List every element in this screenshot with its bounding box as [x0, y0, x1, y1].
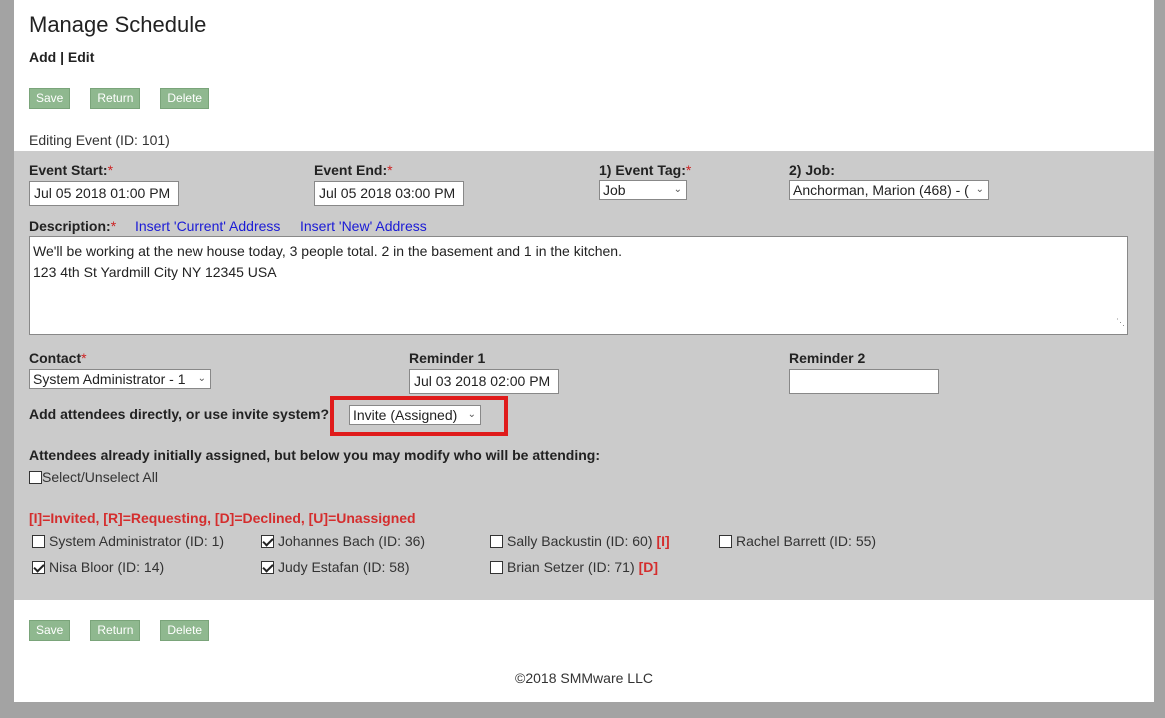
checkbox-icon[interactable] — [29, 470, 42, 484]
event-tag-label: 1) Event Tag:* — [599, 162, 692, 178]
attendee-mode-label: Add attendees directly, or use invite sy… — [29, 406, 330, 422]
event-end-input[interactable]: Jul 05 2018 03:00 PM — [314, 181, 464, 206]
delete-button[interactable]: Delete — [160, 620, 210, 641]
chevron-down-icon: ⌄ — [975, 184, 984, 195]
checkbox-icon[interactable] — [32, 534, 45, 548]
event-tag-select[interactable]: Job ⌄ — [599, 180, 687, 200]
checkbox-icon[interactable] — [261, 560, 274, 574]
description-line-2: 123 4th St Yardmill City NY 12345 USA — [33, 264, 277, 280]
status-legend: [I]=Invited, [R]=Requesting, [D]=Decline… — [29, 510, 416, 526]
status-badge: [I] — [656, 533, 670, 549]
contact-label: Contact* — [29, 350, 87, 366]
contact-select[interactable]: System Administrator - 1 ⌄ — [29, 369, 211, 389]
event-form-panel: Event Start:* Jul 05 2018 01:00 PM Event… — [14, 151, 1154, 600]
event-start-input[interactable]: Jul 05 2018 01:00 PM — [29, 181, 179, 206]
status-badge: [D] — [638, 559, 659, 575]
description-label: Description:* — [29, 218, 117, 234]
select-all-checkbox[interactable]: Select/Unselect All — [29, 469, 158, 485]
save-button[interactable]: Save — [29, 88, 71, 109]
chevron-down-icon: ⌄ — [467, 409, 476, 420]
event-start-label: Event Start:* — [29, 162, 114, 178]
resize-grip-icon[interactable]: ⋱ — [1116, 312, 1125, 333]
attendee-item[interactable]: Nisa Bloor (ID: 14) — [32, 559, 164, 575]
reminder-1-input[interactable]: Jul 03 2018 02:00 PM — [409, 369, 559, 394]
attendee-item[interactable]: Brian Setzer (ID: 71) [D] — [490, 559, 658, 575]
attendee-item[interactable]: Sally Backustin (ID: 60) [I] — [490, 533, 670, 549]
chevron-down-icon: ⌄ — [197, 373, 206, 384]
reminder-2-label: Reminder 2 — [789, 350, 866, 366]
reminder-1-label: Reminder 1 — [409, 350, 486, 366]
checkbox-icon[interactable] — [490, 560, 503, 574]
insert-new-address-link[interactable]: Insert 'New' Address — [300, 218, 427, 234]
editing-event-label: Editing Event (ID: 101) — [29, 132, 170, 148]
return-button[interactable]: Return — [90, 88, 141, 109]
page-title: Manage Schedule — [29, 12, 207, 37]
description-line-1: We'll be working at the new house today,… — [33, 243, 622, 259]
delete-button[interactable]: Delete — [160, 88, 210, 109]
attendee-item[interactable]: Rachel Barrett (ID: 55) — [719, 533, 876, 549]
reminder-2-input[interactable] — [789, 369, 939, 394]
checkbox-icon[interactable] — [261, 534, 274, 548]
save-button[interactable]: Save — [29, 620, 71, 641]
bottom-button-row: Save Return Delete — [29, 620, 210, 641]
job-select[interactable]: Anchorman, Marion (468) - (⌄ — [789, 180, 989, 200]
attendee-item[interactable]: System Administrator (ID: 1) — [32, 533, 224, 549]
checkbox-icon[interactable] — [719, 534, 732, 548]
checkbox-icon[interactable] — [32, 560, 45, 574]
page: Manage Schedule Add | Edit Save Return D… — [14, 0, 1154, 702]
event-end-label: Event End:* — [314, 162, 393, 178]
add-edit-nav[interactable]: Add | Edit — [29, 49, 94, 65]
insert-current-address-link[interactable]: Insert 'Current' Address — [135, 218, 280, 234]
top-button-row: Save Return Delete — [29, 88, 210, 109]
attendees-heading: Attendees already initially assigned, bu… — [29, 447, 600, 463]
chevron-down-icon: ⌄ — [673, 184, 682, 195]
description-textarea[interactable]: We'll be working at the new house today,… — [29, 236, 1128, 335]
footer-copyright: ©2018 SMMware LLC — [515, 670, 653, 686]
attendee-item[interactable]: Johannes Bach (ID: 36) — [261, 533, 425, 549]
checkbox-icon[interactable] — [490, 534, 503, 548]
attendee-item[interactable]: Judy Estafan (ID: 58) — [261, 559, 410, 575]
return-button[interactable]: Return — [90, 620, 141, 641]
job-label: 2) Job: — [789, 162, 835, 178]
attendee-mode-select[interactable]: Invite (Assigned) ⌄ — [349, 405, 481, 425]
